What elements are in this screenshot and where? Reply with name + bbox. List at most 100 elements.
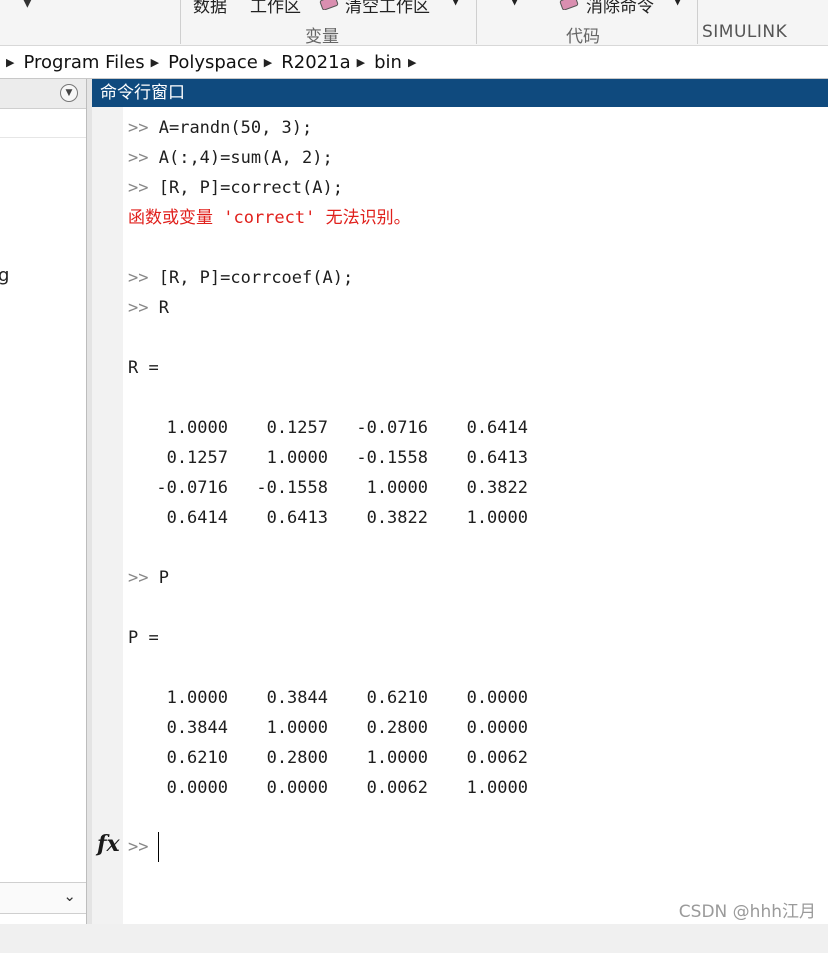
clear-workspace-button[interactable]: 清空工作区 [345,0,430,17]
breadcrumb-arrow-icon[interactable]: ▶ [357,56,365,69]
chevron-down-icon[interactable]: ▼ [673,0,682,7]
breadcrumb-r2021a[interactable]: R2021a [281,52,350,73]
matrix-cell: -0.1558 [356,448,428,468]
matrix-cell: 1.0000 [366,478,428,498]
prompt: >> [128,568,149,588]
breadcrumb-arrow-icon[interactable]: ▶ [6,56,14,69]
command-line: >> A(:,4)=sum(A, 2); [128,143,333,173]
matrix-cell: 0.0062 [366,778,428,798]
matrix-cell: 0.0062 [466,748,528,768]
matrix-cell: 0.0000 [266,778,328,798]
ribbon-separator [476,0,477,44]
matrix-cell: -0.1558 [256,478,328,498]
matrix-cell: 0.0000 [466,688,528,708]
matrix-cell: 0.3844 [166,718,228,738]
matrix-cell: 0.1257 [266,418,328,438]
command-text: [R, P]=corrcoef(A); [158,268,354,288]
watermark: CSDN @hhh江月 [678,902,816,922]
matrix-cell: 0.0000 [466,718,528,738]
command-line: >> [R, P]=corrcoef(A); [128,263,353,293]
matrix-cell: 1.0000 [266,448,328,468]
matrix-cell: 1.0000 [466,508,528,528]
prompt: >> [128,178,149,198]
matrix-cell: 0.1257 [166,448,228,468]
panel-menu-icon[interactable]: ▼ [60,84,78,102]
breadcrumb-arrow-icon[interactable]: ▶ [408,56,416,69]
eraser-icon [319,0,339,10]
ribbon-separator [180,0,181,44]
function-browser-icon[interactable]: fx [97,831,120,857]
matrix-cell: 1.0000 [466,778,528,798]
list-item-label: g [0,265,10,286]
output-label: R = [128,358,159,378]
command-text: A(:,4)=sum(A, 2); [158,148,333,168]
matrix-cell: 1.0000 [166,418,228,438]
table-row: 1.0000 0.3844 0.6210 0.0000 [128,683,548,713]
breadcrumb-polyspace[interactable]: Polyspace [168,52,258,73]
chevron-down-icon[interactable]: ⌄ [63,887,76,905]
matrix-cell: 0.3822 [466,478,528,498]
matrix-cell: 0.3822 [366,508,428,528]
toolstrip-ribbon: ▼ 数据 工作区 清空工作区 ▼ 变量 ▼ 消除命令 ▼ 代码 SIMULINK [0,0,828,46]
matrix-cell: -0.0716 [356,418,428,438]
table-row: -0.0716 -0.1558 1.0000 0.3822 [128,473,548,503]
prompt: >> [128,148,149,168]
command-line: >> [R, P]=correct(A); [128,173,343,203]
breadcrumb-bin[interactable]: bin [374,52,402,73]
import-data-button[interactable]: 数据 [193,0,227,17]
output-label: P = [128,628,159,648]
prompt: >> [128,118,149,138]
active-prompt-line[interactable]: >> [128,832,148,862]
workspace-button[interactable]: 工作区 [250,0,301,17]
table-row: 0.0000 0.0000 0.0062 1.0000 [128,773,548,803]
matrix-cell: 0.6413 [466,448,528,468]
command-window[interactable]: 命令行窗口 >> A=randn(50, 3); >> A(:,4)=sum(A… [92,79,828,924]
matrix-cell: 0.6210 [166,748,228,768]
prompt: >> [128,837,149,857]
matrix-cell: 0.6413 [266,508,328,528]
matrix-cell: 1.0000 [366,748,428,768]
table-row: 0.6210 0.2800 1.0000 0.0062 [128,743,548,773]
collapse-caret-icon[interactable]: ▼ [22,0,33,10]
command-window-gutter [92,107,123,924]
matrix-cell: 0.6414 [166,508,228,528]
table-row: 1.0000 0.1257 -0.0716 0.6414 [128,413,548,443]
current-folder-address-bar[interactable]: ▶ Program Files ▶ Polyspace ▶ R2021a ▶ b… [0,46,828,79]
simulink-group-label: SIMULINK [702,22,788,42]
table-row: 0.3844 1.0000 0.2800 0.0000 [128,713,548,743]
matrix-cell: 0.6210 [366,688,428,708]
list-item[interactable] [0,109,86,138]
current-folder-panel: ▼ g ⌄ [0,79,87,924]
matrix-cell: 0.2800 [266,748,328,768]
breadcrumb-program-files[interactable]: Program Files [23,52,144,73]
command-text: [R, P]=correct(A); [158,178,343,198]
details-combo[interactable]: ⌄ [0,882,86,914]
prompt: >> [128,268,149,288]
table-row: 0.6414 0.6413 0.3822 1.0000 [128,503,548,533]
command-line: >> P [128,563,169,593]
command-line: >> A=randn(50, 3); [128,113,312,143]
panel-header: ▼ [0,79,86,109]
command-text: R [158,298,169,318]
breadcrumb-arrow-icon[interactable]: ▶ [264,56,272,69]
chevron-down-icon[interactable]: ▼ [451,0,460,7]
chevron-down-icon[interactable]: ▼ [510,0,519,7]
matrix-cell: 0.3844 [266,688,328,708]
prompt: >> [128,298,149,318]
eraser-icon [559,0,579,10]
matrix-cell: -0.0716 [156,478,228,498]
matrix-cell: 0.2800 [366,718,428,738]
command-text: A=randn(50, 3); [158,118,313,138]
ribbon-separator [697,0,698,44]
matrix-cell: 0.6414 [466,418,528,438]
group-label-code: 代码 [566,27,600,46]
group-label-variable: 变量 [305,27,339,46]
matrix-cell: 1.0000 [266,718,328,738]
matrix-cell: 1.0000 [166,688,228,708]
command-text: P [158,568,169,588]
table-row: 0.1257 1.0000 -0.1558 0.6413 [128,443,548,473]
clear-commands-button[interactable]: 消除命令 [586,0,654,17]
breadcrumb-arrow-icon[interactable]: ▶ [151,56,159,69]
matrix-cell: 0.0000 [166,778,228,798]
command-window-title: 命令行窗口 [92,79,828,107]
